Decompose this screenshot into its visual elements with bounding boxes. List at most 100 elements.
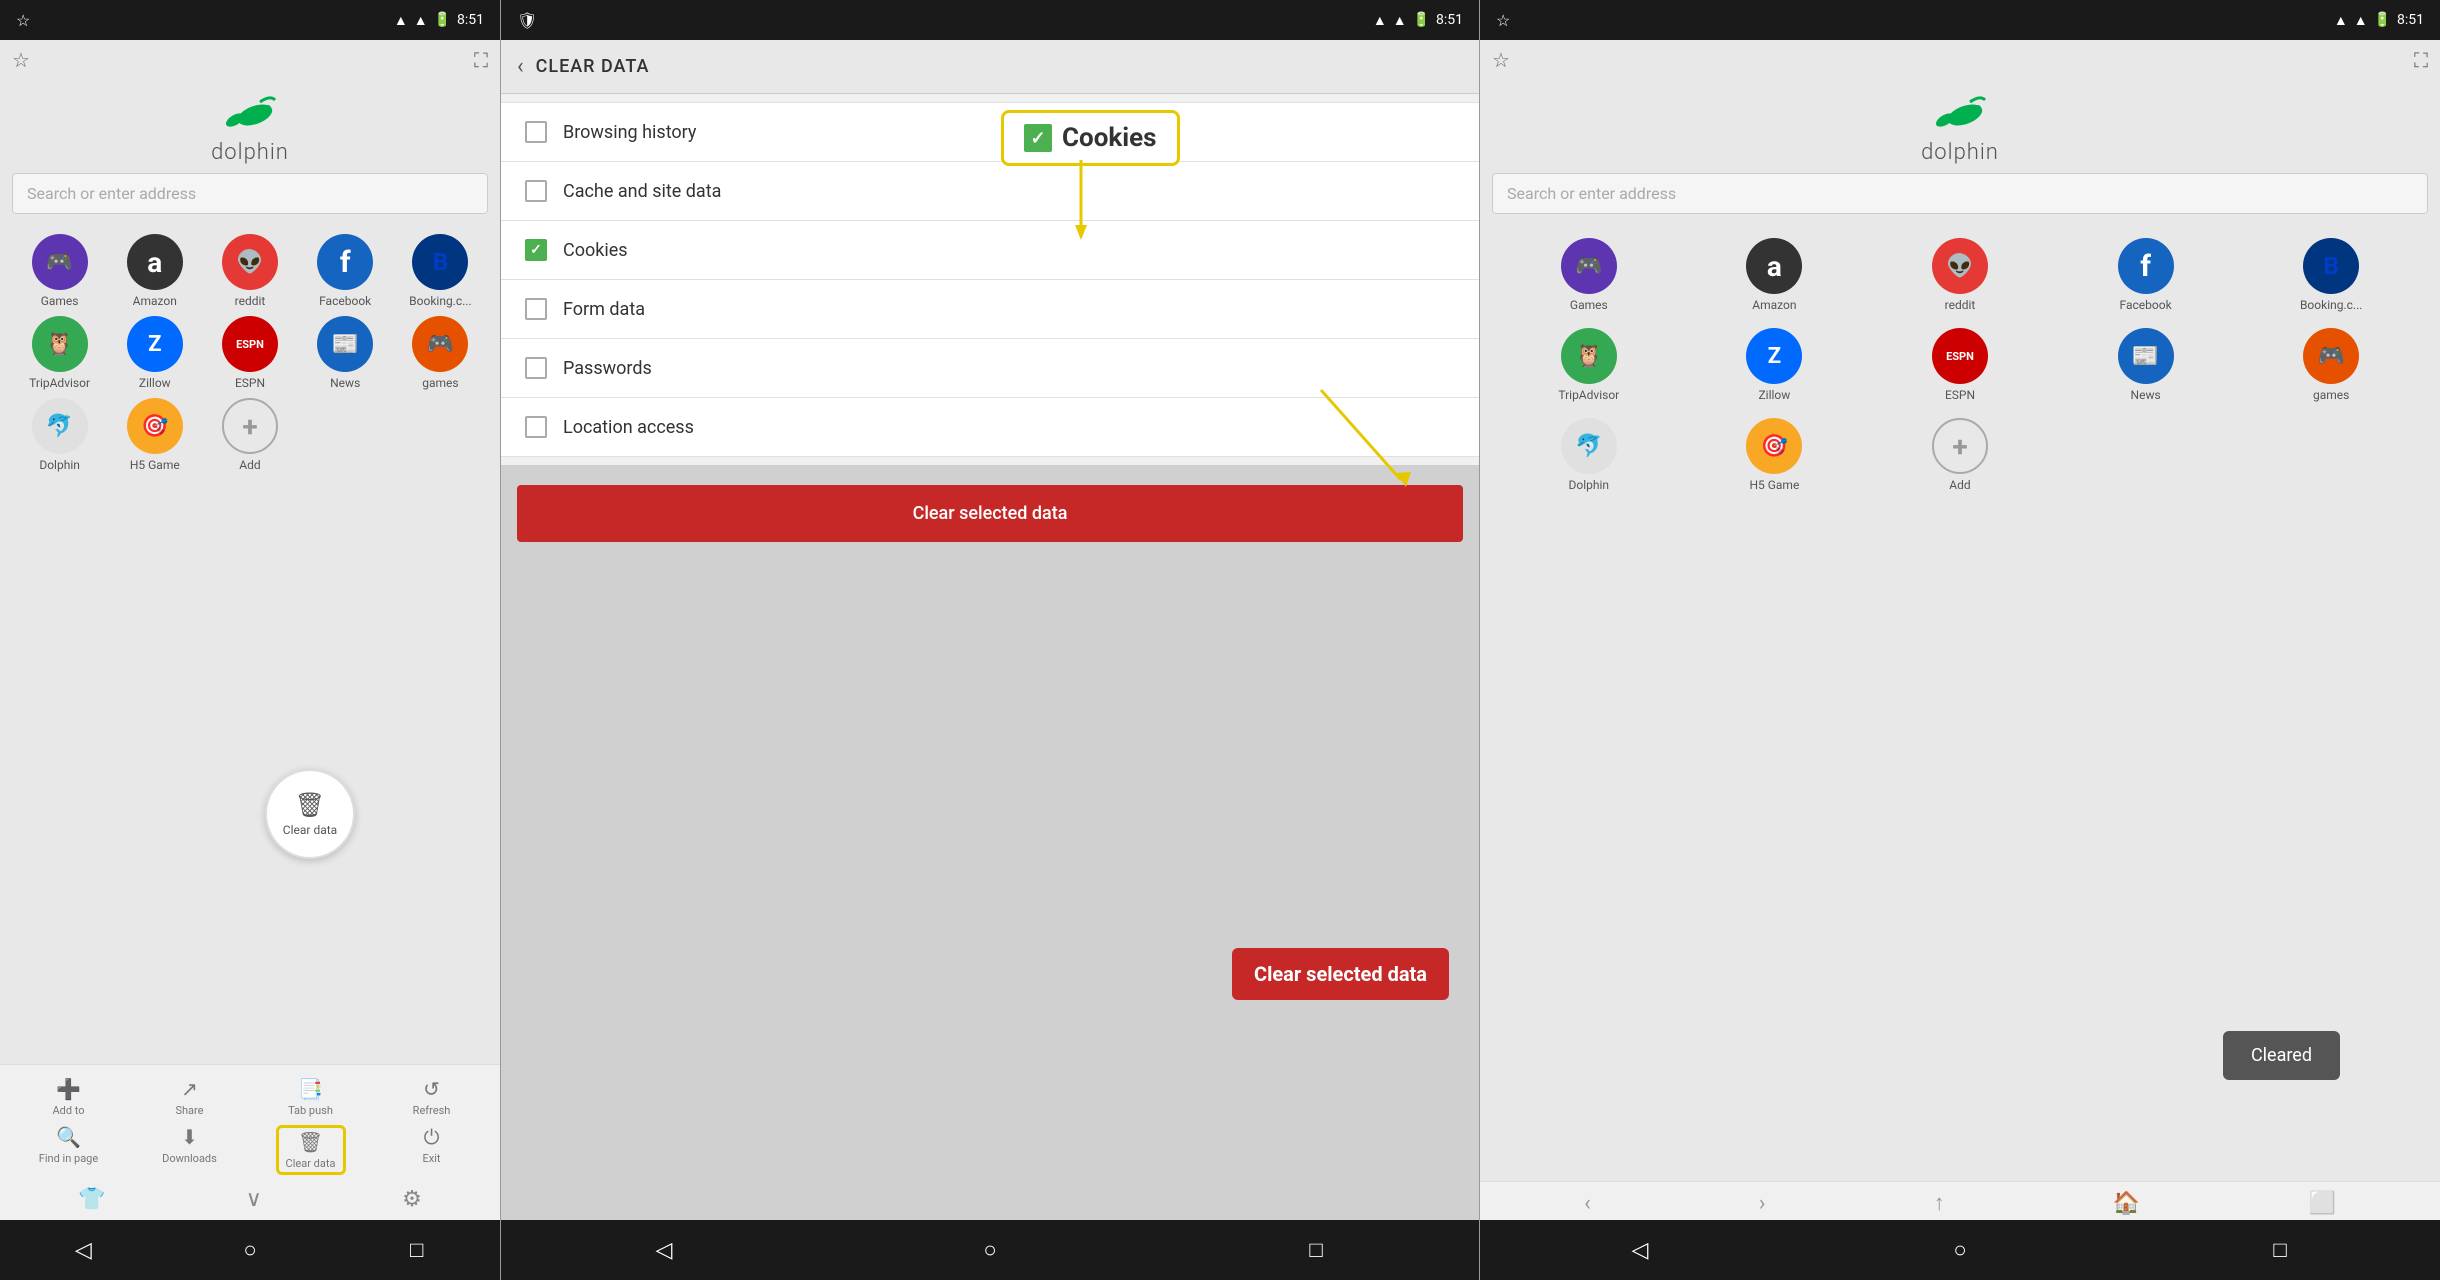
- home-nav-icon-right[interactable]: 🏠: [2113, 1191, 2140, 1216]
- cache-label: Cache and site data: [563, 181, 721, 202]
- shortcut-amazon[interactable]: a Amazon: [111, 234, 198, 308]
- chevron-down-icon[interactable]: ∨: [246, 1187, 262, 1212]
- status-bar-middle: 🛡 ▲ ▲ 🔋 8:51: [501, 0, 1479, 40]
- games2-icon: 🎮: [412, 316, 468, 372]
- shortcut-dolphin-right[interactable]: 🐬 Dolphin: [1504, 418, 1674, 492]
- shortcut-games[interactable]: 🎮 Games: [16, 234, 103, 308]
- shortcut-add-right[interactable]: + Add: [1875, 418, 2045, 492]
- shortcut-espn-right[interactable]: ESPN ESPN: [1875, 328, 2045, 402]
- nav-exit[interactable]: ⏻ Exit: [397, 1125, 467, 1175]
- back-button-middle[interactable]: ◁: [644, 1238, 684, 1263]
- shortcut-booking[interactable]: B Booking.c...: [397, 234, 484, 308]
- checkmark-cookies: ✓: [530, 242, 542, 258]
- nav-tab-push[interactable]: 📑 Tab push: [276, 1077, 346, 1117]
- checkbox-location[interactable]: Location access: [501, 398, 1479, 457]
- back-button-right[interactable]: ◁: [1620, 1238, 1660, 1263]
- shortcut-amazon-right[interactable]: a Amazon: [1690, 238, 1860, 312]
- shortcut-news[interactable]: 📰 News: [302, 316, 389, 390]
- right-panel: ☆ ▲ ▲ 🔋 8:51 ☆ ⛶ dolphin Search or enter…: [1480, 0, 2440, 1280]
- star-icon: ☆: [16, 11, 30, 30]
- signal-icon-middle: ▲: [1393, 12, 1407, 29]
- status-bar-left: ☆ ▲ ▲ 🔋 8:51: [0, 0, 500, 40]
- menu-icon-right[interactable]: ⛶: [2414, 48, 2428, 72]
- shortcut-h5game-right[interactable]: 🎯 H5 Game: [1690, 418, 1860, 492]
- facebook-icon-right: f: [2118, 238, 2174, 294]
- recents-button-left[interactable]: □: [397, 1237, 437, 1263]
- shortcut-dolphin[interactable]: 🐬 Dolphin: [16, 398, 103, 472]
- shortcut-booking-right[interactable]: B Booking.c...: [2246, 238, 2416, 312]
- recents-button-middle[interactable]: □: [1296, 1237, 1336, 1263]
- shortcut-facebook[interactable]: f Facebook: [302, 234, 389, 308]
- downloads-label: Downloads: [162, 1152, 217, 1165]
- back-btn-clear-data[interactable]: ‹: [517, 54, 524, 79]
- time-display: 8:51: [457, 12, 484, 28]
- theme-icon[interactable]: 👕: [78, 1187, 105, 1212]
- settings-icon[interactable]: ⚙: [402, 1187, 422, 1212]
- shortcut-news-right[interactable]: 📰 News: [2061, 328, 2231, 402]
- nav-clear-data[interactable]: 🗑 Clear data: [276, 1125, 346, 1175]
- add-shortcut-label: Add: [239, 458, 260, 472]
- form-data-label: Form data: [563, 299, 645, 320]
- h5game-icon: 🎯: [127, 398, 183, 454]
- menu-icon[interactable]: ⛶: [474, 48, 488, 72]
- shortcut-zillow-right[interactable]: Z Zillow: [1690, 328, 1860, 402]
- home-button-left[interactable]: ○: [230, 1237, 270, 1263]
- home-button-right[interactable]: ○: [1940, 1237, 1980, 1263]
- home-button-middle[interactable]: ○: [970, 1237, 1010, 1263]
- shortcut-zillow[interactable]: Z Zillow: [111, 316, 198, 390]
- checkbox-passwords-box[interactable]: [525, 357, 547, 379]
- games-label-right: Games: [1570, 298, 1608, 312]
- back-button-left[interactable]: ◁: [63, 1238, 103, 1263]
- shortcut-tripadvisor-right[interactable]: 🦉 TripAdvisor: [1504, 328, 1674, 402]
- recents-button-right[interactable]: □: [2260, 1237, 2300, 1263]
- shortcut-games-right[interactable]: 🎮 Games: [1504, 238, 1674, 312]
- shortcut-espn[interactable]: ESPN ESPN: [206, 316, 293, 390]
- checkbox-location-box[interactable]: [525, 416, 547, 438]
- shortcut-games2[interactable]: 🎮 games: [397, 316, 484, 390]
- shortcut-h5game[interactable]: 🎯 H5 Game: [111, 398, 198, 472]
- forward-nav-icon-right[interactable]: ›: [1759, 1191, 1766, 1216]
- shortcut-add[interactable]: + Add: [206, 398, 293, 472]
- checkbox-form-data-box[interactable]: [525, 298, 547, 320]
- checkbox-browsing-history-box[interactable]: [525, 121, 547, 143]
- shortcuts-grid-right: 🎮 Games a Amazon 👽 reddit f Facebook B B…: [1480, 226, 2440, 504]
- time-display-middle: 8:51: [1436, 12, 1463, 28]
- logo-text-right: dolphin: [1921, 140, 1999, 165]
- nav-share[interactable]: ↗ Share: [155, 1077, 225, 1117]
- shortcut-tripadvisor[interactable]: 🦉 TripAdvisor: [16, 316, 103, 390]
- checkbox-passwords[interactable]: Passwords: [501, 339, 1479, 398]
- checkbox-cache-box[interactable]: [525, 180, 547, 202]
- checkbox-form-data[interactable]: Form data: [501, 280, 1479, 339]
- shortcut-reddit-right[interactable]: 👽 reddit: [1875, 238, 2045, 312]
- middle-panel: 🛡 ▲ ▲ 🔋 8:51 ‹ CLEAR DATA Browsing histo…: [500, 0, 1480, 1280]
- tripadvisor-icon-right: 🦉: [1561, 328, 1617, 384]
- shortcut-reddit[interactable]: 👽 reddit: [206, 234, 293, 308]
- nav-find-in-page[interactable]: 🔍 Find in page: [34, 1125, 104, 1175]
- nav-downloads[interactable]: ⬇ Downloads: [155, 1125, 225, 1175]
- wifi-icon-right: ▲: [2334, 12, 2348, 29]
- tabs-nav-icon-right[interactable]: ⬜: [2308, 1191, 2335, 1216]
- nav-refresh[interactable]: ↺ Refresh: [397, 1077, 467, 1117]
- reddit-icon: 👽: [222, 234, 278, 290]
- back-nav-icon-right[interactable]: ‹: [1584, 1191, 1591, 1216]
- shortcut-games2-right[interactable]: 🎮 games: [2246, 328, 2416, 402]
- checkbox-cookies[interactable]: ✓ Cookies: [501, 221, 1479, 280]
- bookmark-icon-right[interactable]: ☆: [1492, 48, 1510, 72]
- search-bar-right[interactable]: Search or enter address: [1492, 173, 2428, 214]
- share-nav-icon-right[interactable]: ↑: [1934, 1190, 1945, 1216]
- checkbox-cache[interactable]: Cache and site data: [501, 162, 1479, 221]
- wifi-icon: ▲: [394, 12, 408, 29]
- bookmark-icon[interactable]: ☆: [12, 48, 30, 72]
- checkbox-browsing-history[interactable]: Browsing history: [501, 102, 1479, 162]
- checkbox-cookies-box[interactable]: ✓: [525, 239, 547, 261]
- clear-data-circle-button[interactable]: 🗑 Clear data: [265, 769, 355, 859]
- search-bar-left[interactable]: Search or enter address: [12, 173, 488, 214]
- cookies-label: Cookies: [563, 240, 628, 261]
- logo-area-left: dolphin: [0, 80, 500, 173]
- nav-add-to[interactable]: ➕ Add to: [34, 1077, 104, 1117]
- shortcut-facebook-right[interactable]: f Facebook: [2061, 238, 2231, 312]
- find-page-icon: 🔍: [56, 1125, 81, 1149]
- cleared-toast: Cleared: [2223, 1031, 2340, 1080]
- browser-content-left: ☆ ⛶ dolphin Search or enter address 🎮 Ga…: [0, 40, 500, 1220]
- clear-selected-button[interactable]: Clear selected data: [517, 485, 1463, 542]
